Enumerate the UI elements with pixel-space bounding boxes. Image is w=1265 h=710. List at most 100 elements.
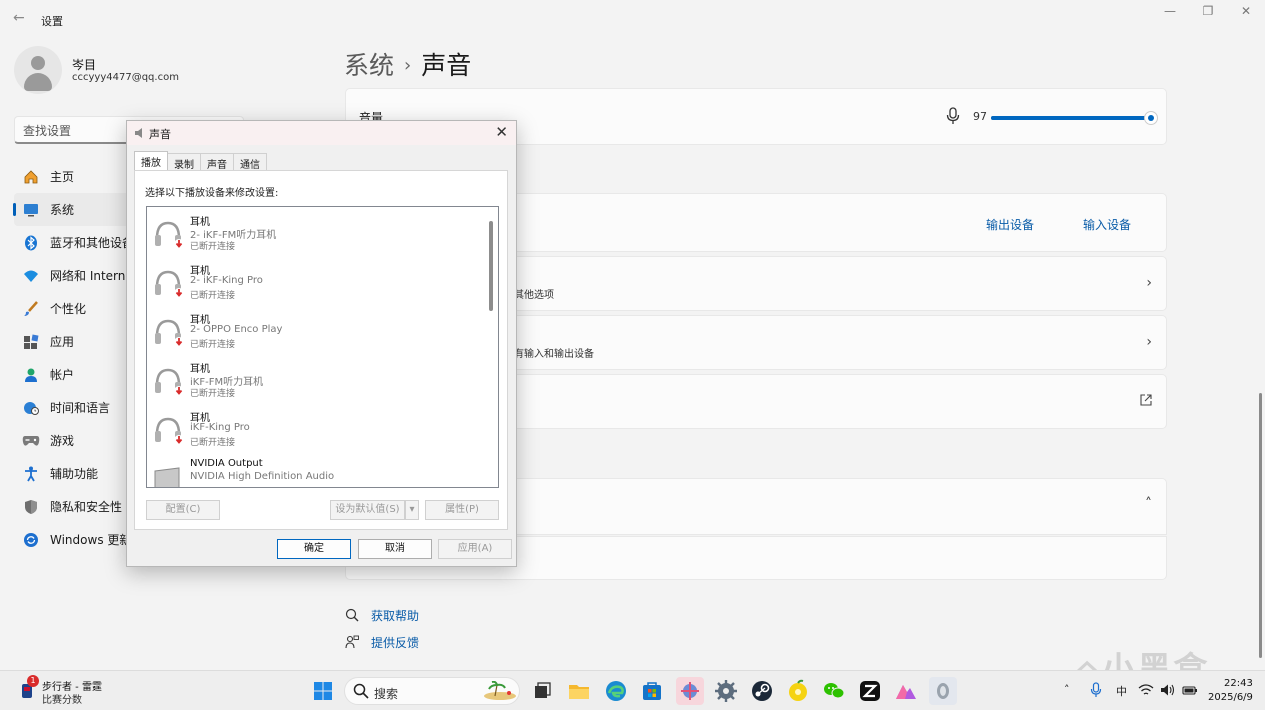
tab-playback[interactable]: 播放 — [134, 151, 168, 170]
properties-button[interactable]: 属性(P) — [425, 500, 499, 520]
task-view-icon[interactable] — [530, 679, 554, 703]
list-item[interactable]: 耳机 iKF-King Pro 已断开连接 — [149, 405, 484, 454]
set-default-button[interactable]: 设为默认值(S) — [330, 500, 405, 520]
wifi-tray-icon[interactable] — [1138, 683, 1154, 700]
start-button[interactable] — [311, 679, 335, 703]
file-explorer-icon[interactable] — [567, 679, 591, 703]
sound-app-active-icon[interactable] — [929, 677, 957, 705]
volume-slider-thumb[interactable] — [1144, 111, 1158, 125]
help-chat-icon — [345, 608, 361, 624]
page-scrollbar[interactable] — [1259, 393, 1262, 658]
list-item[interactable]: 耳机 iKF-FM听力耳机 已断开连接 — [149, 356, 484, 405]
breadcrumb-system[interactable]: 系统 — [344, 51, 394, 80]
close-icon[interactable]: ✕ — [495, 123, 508, 141]
globe-clock-icon — [22, 399, 40, 417]
list-item[interactable]: 耳机 2- OPPO Enco Play 已断开连接 — [149, 307, 484, 356]
get-help-link[interactable]: 获取帮助 — [371, 607, 419, 624]
input-devices-link[interactable]: 输入设备 — [1083, 216, 1131, 233]
device-status: 已断开连接 — [190, 242, 236, 252]
update-icon — [22, 531, 40, 549]
settings-titlebar: ← 设置 — ❐ ✕ — [0, 0, 1265, 40]
battery-tray-icon[interactable] — [1182, 683, 1198, 700]
tab-sounds[interactable]: 声音 — [200, 153, 234, 171]
list-item[interactable]: NVIDIA Output NVIDIA High Definition Aud… — [149, 454, 484, 487]
profile-name: 岑目 — [72, 58, 97, 72]
chevron-right-icon: › — [1146, 334, 1152, 350]
taskbar-search[interactable]: 搜索 — [344, 677, 520, 705]
headphones-icon — [152, 267, 186, 299]
list-item[interactable]: 耳机 2- iKF-FM听力耳机 已断开连接 — [149, 209, 484, 258]
pinned-app-active-icon[interactable] — [676, 677, 704, 705]
device-description: 2- iKF-King Pro — [190, 275, 263, 286]
avatar[interactable] — [14, 46, 62, 94]
home-icon — [22, 168, 40, 186]
clock-time[interactable]: 22:43 — [1224, 678, 1253, 689]
cancel-button[interactable]: 取消 — [358, 539, 432, 559]
headphones-icon — [152, 218, 186, 250]
monitor-icon — [152, 463, 186, 487]
mic-tray-icon[interactable] — [1090, 682, 1102, 701]
volume-slider[interactable] — [991, 116, 1156, 120]
set-default-dropdown[interactable]: ▾ — [405, 500, 419, 520]
sidebar-item-label: 蓝牙和其他设备 — [50, 236, 135, 250]
back-arrow-icon[interactable]: ← — [13, 10, 27, 26]
device-status: 已断开连接 — [190, 340, 236, 350]
speaker-icon — [134, 127, 144, 139]
output-devices-link[interactable]: 输出设备 — [986, 216, 1034, 233]
notification-badge: 1 — [27, 675, 39, 687]
wechat-icon[interactable] — [822, 679, 846, 703]
lemon-app-icon[interactable] — [786, 679, 810, 703]
apply-button[interactable]: 应用(A) — [438, 539, 512, 559]
sidebar-item-label: 主页 — [50, 170, 75, 184]
aurora-app-icon[interactable] — [894, 679, 918, 703]
app-title: 设置 — [41, 15, 63, 28]
device-list-scrollbar[interactable] — [489, 221, 493, 311]
dialog-titlebar[interactable]: 声音 ✕ — [127, 121, 516, 145]
device-status: 已断开连接 — [190, 438, 236, 448]
edge-browser-icon[interactable] — [604, 679, 628, 703]
clock-date[interactable]: 2025/6/9 — [1208, 692, 1253, 703]
system-icon — [22, 201, 40, 219]
chevron-right-icon: › — [1146, 275, 1152, 291]
volume-tray-icon[interactable] — [1160, 683, 1176, 700]
breadcrumb-separator: › — [404, 55, 412, 76]
microphone-icon[interactable] — [946, 107, 960, 125]
feedback-row[interactable]: 提供反馈 — [345, 634, 419, 651]
device-description: 2- OPPO Enco Play — [190, 324, 283, 335]
volume-slider-fill — [991, 116, 1151, 120]
steam-icon[interactable] — [750, 679, 774, 703]
shield-icon — [22, 498, 40, 516]
tab-recording[interactable]: 录制 — [167, 153, 201, 171]
device-name: NVIDIA Output — [190, 458, 263, 469]
z-app-icon[interactable] — [858, 679, 882, 703]
list-item[interactable]: 耳机 2- iKF-King Pro 已断开连接 — [149, 258, 484, 307]
chevron-up-tray-icon[interactable]: ˄ — [1064, 683, 1070, 696]
feedback-link[interactable]: 提供反馈 — [371, 634, 419, 651]
ok-button[interactable]: 确定 — [277, 539, 351, 559]
sidebar-item-label: 系统 — [50, 203, 75, 217]
accessibility-icon — [22, 465, 40, 483]
brush-icon — [22, 300, 40, 318]
get-help-row[interactable]: 获取帮助 — [345, 607, 419, 624]
store-icon[interactable] — [640, 679, 664, 703]
sidebar-item-label: 应用 — [50, 335, 75, 349]
maximize-button[interactable]: ❐ — [1190, 4, 1226, 22]
minimize-button[interactable]: — — [1152, 4, 1188, 22]
device-description: iKF-King Pro — [190, 422, 250, 433]
external-link-icon — [1140, 394, 1152, 410]
search-label: 搜索 — [374, 687, 399, 701]
settings-gear-icon[interactable] — [714, 679, 738, 703]
ime-indicator[interactable]: 中 — [1116, 683, 1127, 699]
sidebar-item-label: 辅助功能 — [50, 467, 99, 481]
sidebar-item-label: 个性化 — [50, 302, 87, 316]
row-subtitle: 有输入和输出设备 — [514, 349, 594, 360]
sidebar-item-label: Windows 更新 — [50, 533, 132, 547]
page-title: 系统 › 声音 — [344, 46, 471, 82]
playback-panel: 选择以下播放设备来修改设置: 耳机 2- iKF-FM听力耳机 已断开连接 耳机… — [134, 170, 508, 530]
close-window-button[interactable]: ✕ — [1228, 4, 1264, 22]
tab-communications[interactable]: 通信 — [233, 153, 267, 171]
chevron-down-icon: ▾ — [409, 504, 415, 515]
configure-button[interactable]: 配置(C) — [146, 500, 220, 520]
taskbar: 1 步行者 - 雷霆 比赛分数 搜索 ˄ 中 22:43 2025/6/9 — [0, 670, 1265, 710]
sidebar-item-label: 帐户 — [50, 368, 75, 382]
